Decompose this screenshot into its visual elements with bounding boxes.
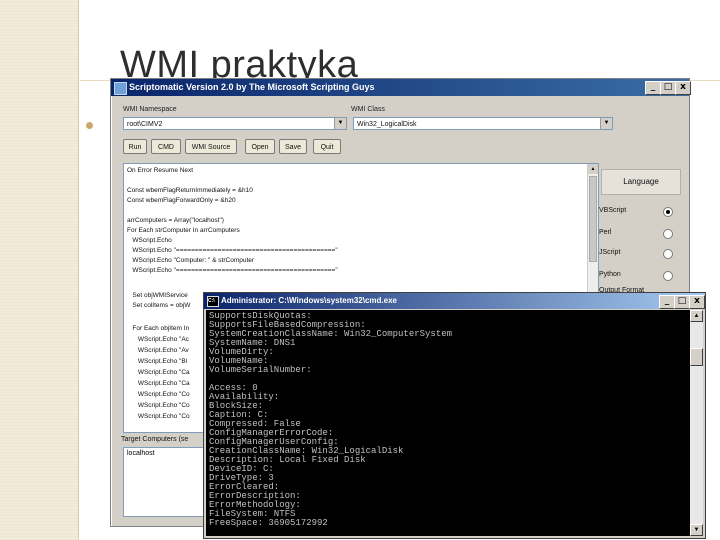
- code-line: On Error Resume Next: [127, 167, 194, 174]
- scroll-thumb[interactable]: [690, 348, 703, 366]
- code-line: WScript.Echo "==========================…: [127, 247, 338, 254]
- maximize-button[interactable]: □: [660, 81, 676, 95]
- scriptomatic-title: Scriptomatic Version 2.0 by The Microsof…: [129, 82, 375, 92]
- cmd-button[interactable]: CMD: [151, 139, 181, 154]
- cmd-title: Administrator: C:\Windows\system32\cmd.e…: [221, 296, 397, 305]
- minimize-button[interactable]: _: [645, 81, 661, 95]
- language-option-python[interactable]: Python: [599, 271, 621, 278]
- close-button[interactable]: x: [675, 81, 691, 95]
- class-value: Win32_LogicalDisk: [357, 121, 417, 128]
- app-icon: [114, 82, 127, 95]
- run-button[interactable]: Run: [123, 139, 147, 154]
- console-output[interactable]: SupportsDiskQuotas: SupportsFileBasedCom…: [206, 310, 690, 536]
- radio-vbscript[interactable]: [663, 207, 673, 217]
- slide-left-strip: [0, 0, 79, 540]
- close-button[interactable]: x: [689, 295, 705, 309]
- code-line: Set objWMIService: [127, 292, 188, 299]
- namespace-value: root\CIMV2: [127, 121, 163, 128]
- console-line: FreeSpace: 36905172992: [209, 518, 328, 528]
- code-line: WScript.Echo "Co: [127, 402, 190, 409]
- code-line: arrComputers = Array("localhost"): [127, 217, 224, 224]
- code-line: WScript.Echo "==========================…: [127, 267, 338, 274]
- open-button[interactable]: Open: [245, 139, 275, 154]
- cmd-window: C:\ Administrator: C:\Windows\system32\c…: [203, 292, 706, 539]
- code-line: For Each strComputer In arrComputers: [127, 227, 240, 234]
- code-line: WScript.Echo "Av: [127, 347, 189, 354]
- code-line: For Each objItem In: [127, 325, 190, 332]
- quit-button[interactable]: Quit: [313, 139, 341, 154]
- code-line: WScript.Echo "Computer: " & strComputer: [127, 257, 255, 264]
- radio-perl[interactable]: [663, 229, 673, 239]
- console-scrollbar[interactable]: ▲ ▼: [690, 310, 703, 536]
- code-line: WScript.Echo "Co: [127, 391, 190, 398]
- cmd-titlebar[interactable]: C:\ Administrator: C:\Windows\system32\c…: [204, 293, 705, 309]
- radio-python[interactable]: [663, 271, 673, 281]
- chevron-down-icon[interactable]: ▼: [334, 118, 346, 129]
- scriptomatic-titlebar[interactable]: Scriptomatic Version 2.0 by The Microsof…: [111, 79, 691, 96]
- scroll-thumb[interactable]: [589, 176, 597, 262]
- scroll-up-icon[interactable]: ▲: [588, 164, 598, 174]
- target-computers-label: Target Computers (se: [121, 436, 189, 443]
- code-line: WScript.Echo "Ac: [127, 336, 189, 343]
- scroll-up-icon[interactable]: ▲: [690, 310, 703, 322]
- code-line: WScript.Echo "Ca: [127, 369, 190, 376]
- scroll-down-icon[interactable]: ▼: [690, 524, 703, 536]
- save-button[interactable]: Save: [279, 139, 307, 154]
- code-line: Const wbemFlagForwardOnly = &h20: [127, 197, 236, 204]
- language-option-vbscript[interactable]: VBScript: [599, 207, 626, 214]
- language-option-jscript[interactable]: JScript: [599, 249, 620, 256]
- minimize-button[interactable]: _: [659, 295, 675, 309]
- language-title: Language: [601, 169, 681, 195]
- cmd-icon: C:\: [207, 296, 219, 307]
- namespace-select[interactable]: root\CIMV2 ▼: [123, 117, 347, 130]
- namespace-label: WMI Namespace: [123, 106, 177, 113]
- class-select[interactable]: Win32_LogicalDisk ▼: [353, 117, 613, 130]
- maximize-button[interactable]: □: [674, 295, 690, 309]
- code-line: WScript.Echo "Bl: [127, 358, 188, 365]
- radio-jscript[interactable]: [663, 249, 673, 259]
- code-line: Const wbemFlagReturnImmediately = &h10: [127, 187, 253, 194]
- chevron-down-icon[interactable]: ▼: [600, 118, 612, 129]
- code-line: WScript.Echo: [127, 237, 172, 244]
- class-label: WMI Class: [351, 106, 385, 113]
- code-line: Set colItems = objW: [127, 302, 191, 309]
- language-option-perl[interactable]: Perl: [599, 229, 611, 236]
- wmi-source-button[interactable]: WMI Source: [185, 139, 237, 154]
- console-line: VolumeSerialNumber:: [209, 365, 312, 375]
- code-line: WScript.Echo "Ca: [127, 380, 190, 387]
- target-computers-input[interactable]: localhost: [123, 447, 209, 517]
- bullet-dot: [86, 122, 93, 129]
- code-line: WScript.Echo "Co: [127, 413, 190, 420]
